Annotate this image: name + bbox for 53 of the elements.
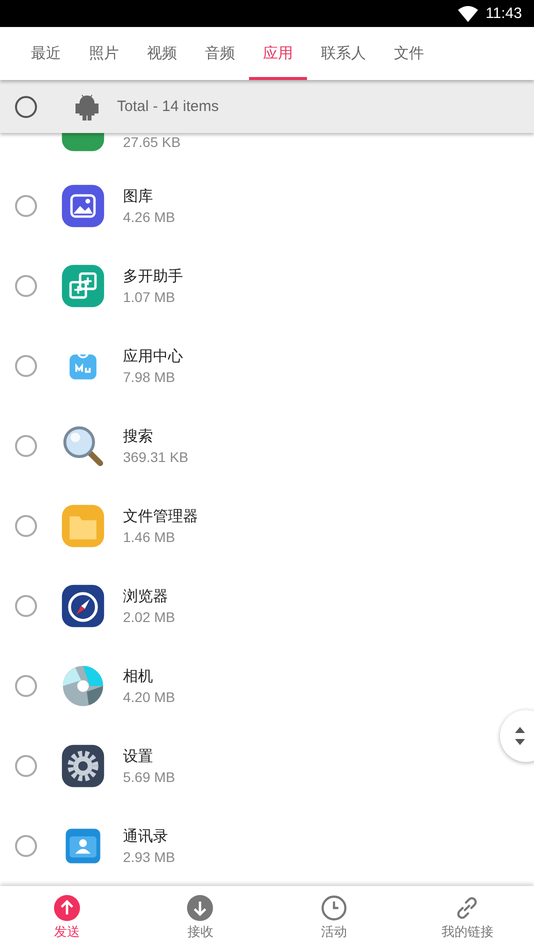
nav-item[interactable]: 发送 (0, 886, 134, 949)
app-size: 1.46 MB (123, 529, 176, 545)
app-name: 浏览器 (123, 587, 169, 606)
radio-button[interactable] (15, 755, 37, 777)
app-size: 2.02 MB (123, 609, 176, 625)
upload-icon (54, 894, 80, 920)
tab[interactable]: 联系人 (307, 27, 380, 80)
app-size: 5.69 MB (123, 769, 176, 785)
app-size: 1.07 MB (123, 289, 176, 305)
compass-icon (60, 583, 106, 629)
status-time: 11:43 (486, 5, 522, 22)
tab[interactable]: 照片 (75, 27, 133, 80)
clone-icon (60, 263, 106, 309)
total-count: Total - 14 items (117, 98, 219, 115)
radio-button[interactable] (15, 515, 37, 537)
android-icon (75, 92, 99, 120)
app-name: 相机 (123, 667, 154, 686)
app-name: 图库 (123, 187, 154, 206)
tab[interactable]: 视频 (133, 27, 191, 80)
radio-button[interactable] (15, 595, 37, 617)
select-all-radio[interactable] (15, 96, 37, 118)
tab[interactable]: 音频 (191, 27, 249, 80)
radio-button[interactable] (15, 195, 37, 217)
wifi-icon (458, 6, 478, 22)
app-name: 搜索 (123, 427, 154, 446)
tab[interactable]: 最近 (17, 27, 75, 80)
app-name: 通讯录 (123, 827, 169, 846)
app-size: 27.65 KB (123, 134, 181, 150)
radio-button[interactable] (15, 675, 37, 697)
app-size: 4.26 MB (123, 209, 176, 225)
app-size: 2.93 MB (123, 849, 176, 865)
radio-button[interactable] (15, 275, 37, 297)
gallery-icon (60, 183, 106, 229)
app-name: 设置 (123, 747, 154, 766)
nav-item[interactable]: 活动 (267, 886, 400, 949)
tab[interactable]: 文件 (380, 27, 438, 80)
sort-icon (514, 726, 526, 746)
radio-button[interactable] (15, 835, 37, 857)
nav-item[interactable]: 我的链接 (400, 886, 534, 949)
app-size: 7.98 MB (123, 369, 176, 385)
app-size: 369.31 KB (123, 449, 188, 465)
gear-icon (60, 743, 106, 789)
radio-button[interactable] (15, 435, 37, 457)
app-name: 应用中心 (123, 347, 183, 366)
download-icon (187, 894, 214, 920)
app-size: 4.20 MB (123, 689, 176, 705)
nav-item[interactable]: 接收 (134, 886, 267, 949)
folder-icon (60, 503, 106, 549)
radio-button[interactable] (15, 355, 37, 377)
app-name: 文件管理器 (123, 507, 198, 526)
aperture-icon (60, 663, 106, 709)
clock-icon (320, 894, 347, 920)
app-name: 多开助手 (123, 267, 183, 286)
